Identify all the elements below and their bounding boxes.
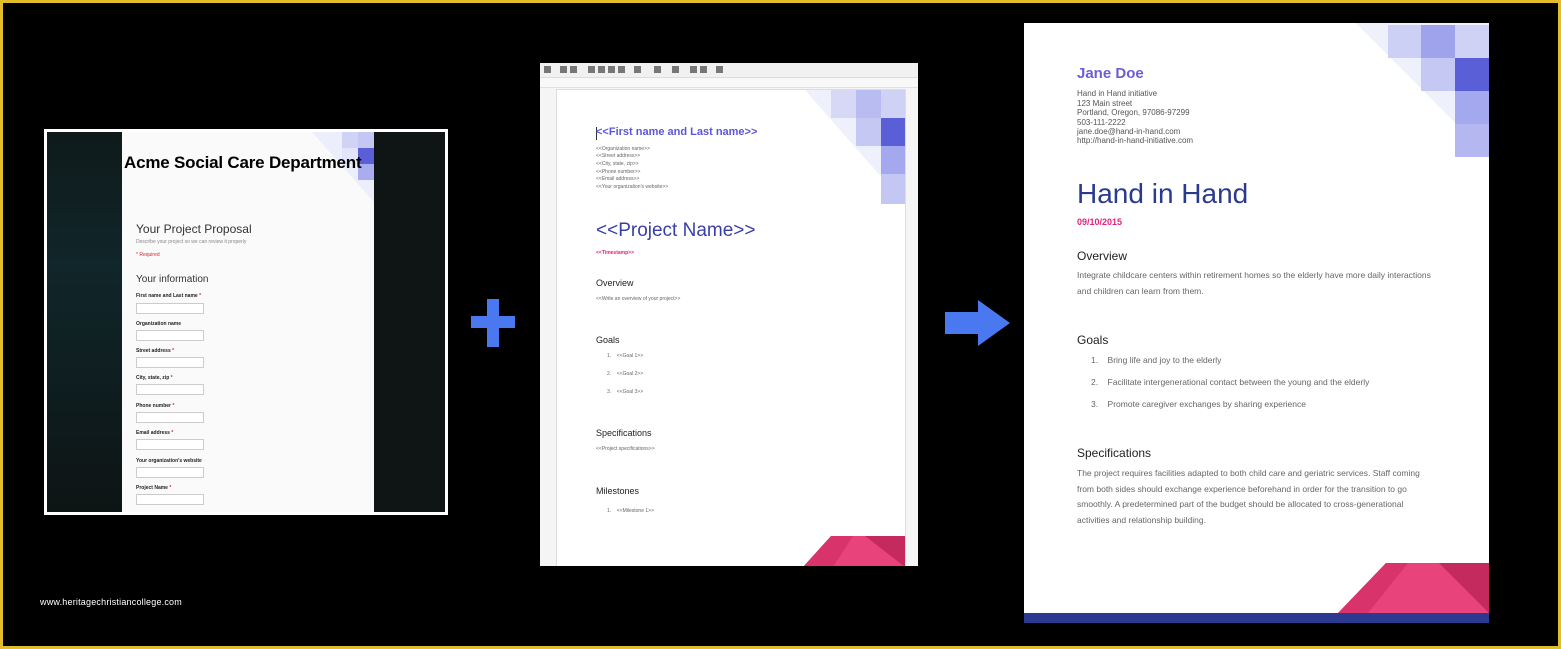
- template-name[interactable]: <<First name and Last name>>: [596, 126, 757, 138]
- final-bottom-bar: [1024, 613, 1489, 623]
- template-org-line: <<City, state, zip>>: [596, 161, 639, 167]
- template-project-title[interactable]: <<Project Name>>: [596, 220, 755, 242]
- form-title: Your Project Proposal: [136, 222, 252, 236]
- text-color-icon[interactable]: [544, 66, 551, 73]
- final-contact-line: http://hand-in-hand-initiative.com: [1077, 136, 1194, 145]
- form-required-note: * Required: [136, 252, 160, 258]
- template-org-line: <<Organization name>>: [596, 146, 650, 152]
- template-org-line: <<Phone number>>: [596, 169, 641, 175]
- template-overview-text: <<Write an overview of your project>>: [596, 296, 681, 302]
- template-timestamp: <<Timestamp>>: [596, 250, 634, 256]
- form-screenshot: Acme Social Care Department Your Project…: [44, 129, 448, 515]
- final-date: 09/10/2015: [1077, 217, 1123, 227]
- form-section-title: Your information: [136, 274, 209, 285]
- template-overview-heading: Overview: [596, 278, 634, 288]
- final-document: Jane Doe Hand in Hand initiative 123 Mai…: [1024, 23, 1489, 623]
- line-spacing-icon[interactable]: [634, 66, 641, 73]
- final-specs-heading: Specifications: [1077, 446, 1152, 460]
- template-specs-text: <<Project specifications>>: [596, 446, 655, 452]
- template-goals-heading: Goals: [596, 335, 620, 345]
- phone-input[interactable]: [136, 412, 204, 423]
- template-milestones-heading: Milestones: [596, 486, 640, 496]
- final-contact-line: 503-111-2222: [1077, 117, 1126, 127]
- template-goal-item: 2. <<Goal 2>>: [607, 371, 644, 377]
- bulleted-list-icon[interactable]: [672, 66, 679, 73]
- field-label-email: Email address *: [136, 430, 174, 436]
- form-banner-title: Acme Social Care Department: [124, 153, 362, 172]
- template-org-line: <<Your organization's website>>: [596, 184, 669, 190]
- align-right-icon[interactable]: [608, 66, 615, 73]
- field-label-street: Street address *: [136, 348, 175, 354]
- final-goals-heading: Goals: [1077, 333, 1109, 347]
- numbered-list-icon[interactable]: [654, 66, 661, 73]
- template-org-line: <<Email address>>: [596, 176, 640, 182]
- clear-formatting-icon[interactable]: [716, 66, 723, 73]
- email-input[interactable]: [136, 439, 204, 450]
- field-label-website: Your organization's website: [136, 458, 202, 464]
- final-goal-item: 1. Bring life and joy to the elderly: [1091, 355, 1222, 365]
- template-milestone-item: 1. <<Milestone 1>>: [607, 508, 654, 514]
- project-name-input[interactable]: [136, 494, 204, 505]
- final-overview-text: Integrate childcare centers within retir…: [1077, 270, 1431, 296]
- city-input[interactable]: [136, 384, 204, 395]
- final-contact-line: Portland, Oregon, 97086-97299: [1077, 108, 1190, 117]
- align-center-icon[interactable]: [598, 66, 605, 73]
- final-bottom-pattern: [1338, 563, 1489, 613]
- final-contact-line: 123 Main street: [1077, 98, 1133, 108]
- organization-input[interactable]: [136, 330, 204, 341]
- final-goal-item: 2. Facilitate intergenerational contact …: [1091, 377, 1370, 387]
- docs-toolbar: [540, 63, 918, 78]
- link-icon[interactable]: [560, 66, 567, 73]
- field-label-phone: Phone number *: [136, 403, 175, 409]
- field-label-organization: Organization name: [136, 321, 182, 327]
- template-goal-item: 3. <<Goal 3>>: [607, 389, 644, 395]
- final-contact-line: Hand in Hand initiative: [1077, 89, 1158, 98]
- final-corner-pattern: [1356, 23, 1489, 157]
- street-input[interactable]: [136, 357, 204, 368]
- watermark-url: www.heritagechristiancollege.com: [40, 597, 182, 607]
- increase-indent-icon[interactable]: [700, 66, 707, 73]
- website-input[interactable]: [136, 467, 204, 478]
- final-contact-line: jane.doe@hand-in-hand.com: [1077, 127, 1181, 136]
- final-name: Jane Doe: [1077, 65, 1144, 82]
- template-org-line: <<Street address>>: [596, 153, 641, 159]
- final-overview-heading: Overview: [1077, 249, 1128, 263]
- form-description: Describe your project so we can review i…: [136, 239, 247, 245]
- right-arrow-icon: [945, 312, 981, 334]
- form-background-right: [374, 132, 445, 512]
- field-label-name: First name and Last name *: [136, 293, 202, 299]
- template-corner-pattern: [805, 90, 905, 204]
- template-bottom-pattern: [803, 536, 905, 566]
- align-left-icon[interactable]: [588, 66, 595, 73]
- comment-icon[interactable]: [570, 66, 577, 73]
- form-background-left: [47, 132, 122, 512]
- template-document: <<First name and Last name>> <<Organizat…: [540, 63, 918, 566]
- ruler[interactable]: [540, 78, 918, 88]
- name-input[interactable]: [136, 303, 204, 314]
- final-project-title: Hand in Hand: [1077, 178, 1249, 209]
- field-label-project: Project Name *: [136, 485, 172, 491]
- justify-icon[interactable]: [618, 66, 625, 73]
- right-arrow-head: [978, 300, 1010, 346]
- field-label-city: City, state, zip *: [136, 375, 173, 381]
- decrease-indent-icon[interactable]: [690, 66, 697, 73]
- template-goal-item: 1. <<Goal 1>>: [607, 353, 644, 359]
- plus-icon-bar: [471, 316, 515, 328]
- final-goal-item: 3. Promote caregiver exchanges by sharin…: [1091, 399, 1306, 409]
- final-specs-text: The project requires facilities adapted …: [1077, 468, 1420, 525]
- template-specs-heading: Specifications: [596, 428, 652, 438]
